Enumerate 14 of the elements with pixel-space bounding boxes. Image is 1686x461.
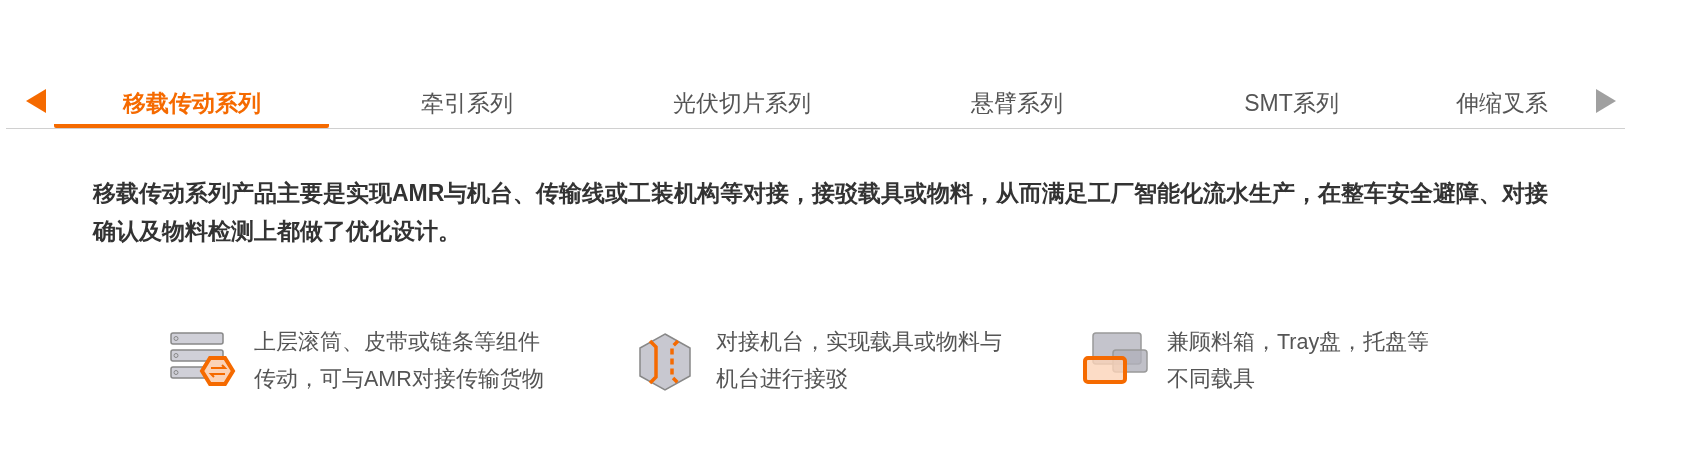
right-arrow-icon[interactable] (1596, 89, 1616, 113)
feature-text: 上层滚筒、皮带或链条等组件传动，可与AMR对接传输货物 (254, 329, 545, 393)
feature-text: 兼顾料箱，Tray盘，托盘等不同载具 (1167, 329, 1431, 393)
left-arrow-icon[interactable] (26, 89, 48, 113)
rollers-icon (170, 332, 236, 386)
tab[interactable]: 光伏切片系列 (604, 78, 879, 128)
description: 移载传动系列产品主要是实现AMR与机台、传输线或工装机构等对接，接驳载具或物料，从而满足工厂智能化流水生产，在整车安全避障、对接确认及物料检测上都做了优化设计。 (93, 179, 1550, 246)
feature-text: 对接机台，实现载具或物料与机台进行接驳 (716, 329, 1003, 393)
tab[interactable]: 牵引系列 (329, 78, 604, 128)
tab[interactable]: 伸缩叉系 (1456, 78, 1566, 128)
tab[interactable]: SMT系列 (1154, 78, 1429, 128)
carriers-icon (1083, 332, 1149, 384)
docking-icon (637, 332, 693, 392)
tab[interactable]: 悬臂系列 (879, 78, 1154, 128)
